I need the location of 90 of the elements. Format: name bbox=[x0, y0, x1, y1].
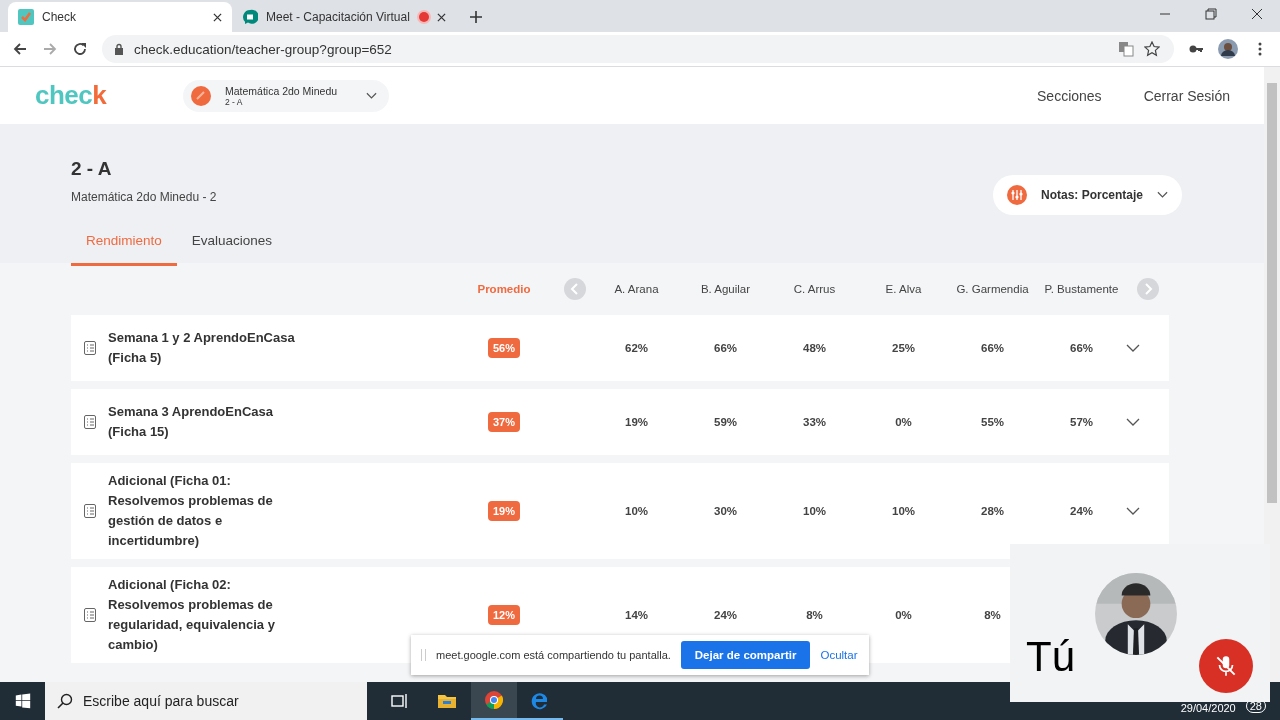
evaluation-name: Semana 1 y 2 AprendoEnCasa (Ficha 5) bbox=[108, 329, 296, 367]
column-header: E. Alva bbox=[884, 283, 923, 295]
list-icon bbox=[84, 415, 96, 429]
chrome-icon bbox=[484, 690, 504, 710]
chevron-down-icon bbox=[1157, 191, 1168, 199]
average-score: 56% bbox=[488, 338, 520, 358]
score-cell-text: 62% bbox=[624, 342, 649, 354]
score-cell-text: 57% bbox=[1069, 416, 1094, 428]
chat-bubble-icon bbox=[242, 9, 258, 25]
list-icon bbox=[84, 341, 96, 355]
evaluation-name: Adicional (Ficha 01: Resolvemos problemas de gestión de datos e incertidumbre) bbox=[108, 472, 274, 550]
score-cell-text: 10% bbox=[802, 505, 827, 517]
column-header: B. Aguilar bbox=[699, 283, 752, 295]
score-cell-text: 14% bbox=[624, 609, 649, 621]
evaluation-row[interactable]: Semana 1 y 2 AprendoEnCasa (Ficha 5) 56% 62% 66% 48% 25% 66% 66% bbox=[71, 315, 1169, 381]
evaluation-row[interactable]: Adicional (Ficha 01: Resolvemos problemas de gestión de datos e incertidumbre) 19% 10% 30% 10% 10% 28% 24% bbox=[71, 463, 1169, 559]
search-icon bbox=[57, 693, 73, 709]
score-cell-text: 66% bbox=[1069, 342, 1094, 354]
course-icon bbox=[191, 85, 211, 106]
windows-start-icon[interactable] bbox=[15, 693, 31, 709]
course-subtitle: 2 - A bbox=[225, 96, 244, 107]
score-cell-text: 8% bbox=[983, 609, 1002, 621]
score-cell-text: 19% bbox=[624, 416, 649, 428]
evaluation-row[interactable]: Semana 3 AprendoEnCasa (Ficha 15) 37% 19% 59% 33% 0% 55% 57% bbox=[71, 389, 1169, 455]
average-score: 19% bbox=[488, 501, 520, 521]
score-cell-text: 8% bbox=[805, 609, 824, 621]
close-icon[interactable] bbox=[437, 12, 446, 22]
close-icon[interactable] bbox=[1251, 8, 1263, 20]
average-score: 37% bbox=[488, 412, 520, 432]
column-header: P. Bustamente bbox=[1043, 283, 1120, 295]
chevron-down-icon[interactable] bbox=[1126, 507, 1140, 515]
grades-dropdown[interactable]: Notas: Porcentaje bbox=[992, 175, 1182, 215]
taskbar-search-field[interactable]: Escribe aquí para buscar bbox=[45, 682, 367, 720]
close-icon[interactable] bbox=[213, 12, 222, 22]
share-message: meet.google.com está compartiendo tu pantalla. bbox=[436, 649, 671, 661]
list-icon bbox=[84, 608, 96, 622]
restore-icon[interactable] bbox=[1205, 8, 1217, 20]
browser-tab[interactable]: Meet - Capacitación Virtual bbox=[232, 2, 456, 32]
scrollbar[interactable] bbox=[1264, 67, 1280, 682]
list-icon bbox=[84, 504, 96, 518]
edge-icon bbox=[530, 690, 550, 710]
translate-icon[interactable] bbox=[1118, 41, 1134, 57]
course-title: Matemática 2do Minedu bbox=[225, 84, 339, 97]
score-cell-text: 0% bbox=[894, 416, 913, 428]
group-subtitle: Matemática 2do Minedu - 2 bbox=[71, 190, 217, 204]
group-title: 2 - A bbox=[71, 158, 113, 180]
tab[interactable]: Evaluaciones bbox=[176, 227, 288, 266]
score-cell-text: 66% bbox=[980, 342, 1005, 354]
score-cell-text: 10% bbox=[624, 505, 649, 517]
column-header: Promedio bbox=[476, 283, 532, 295]
score-cell-text: 66% bbox=[713, 342, 738, 354]
score-cell-text: 28% bbox=[980, 505, 1005, 517]
browser-tab[interactable]: Check bbox=[8, 2, 232, 32]
profile-avatar[interactable] bbox=[1218, 39, 1238, 59]
score-cell-text: 24% bbox=[713, 609, 738, 621]
chrome-taskbar-button[interactable] bbox=[471, 682, 517, 720]
column-header: C. Arrus bbox=[792, 283, 837, 295]
chevron-down-icon[interactable] bbox=[1126, 344, 1140, 352]
score-cell-text: 25% bbox=[891, 342, 916, 354]
microphone-toggle[interactable] bbox=[1199, 639, 1253, 693]
back-icon[interactable] bbox=[12, 41, 28, 57]
average-score: 12% bbox=[488, 605, 520, 625]
nav-link[interactable]: Secciones bbox=[1037, 87, 1102, 104]
address-field[interactable]: check.education/teacher-group?group=652 bbox=[102, 35, 1174, 63]
score-cell-text: 55% bbox=[980, 416, 1005, 428]
score-cell-text: 0% bbox=[894, 609, 913, 621]
evaluation-name: Semana 3 AprendoEnCasa (Ficha 15) bbox=[108, 403, 274, 441]
evaluation-name: Adicional (Ficha 02: Resolvemos problemas de regularidad, equivalencia y cambio) bbox=[108, 576, 276, 654]
chevron-down-icon bbox=[366, 91, 377, 100]
task-view-icon[interactable] bbox=[389, 691, 409, 711]
score-cell-text: 10% bbox=[891, 505, 916, 517]
chevron-down-icon[interactable] bbox=[1126, 418, 1140, 426]
sliders-icon bbox=[1006, 185, 1027, 205]
new-tab-icon[interactable] bbox=[470, 11, 482, 23]
column-header: G. Garmendia bbox=[955, 283, 1030, 295]
course-selector[interactable]: Matemática 2do Minedu 2 - A bbox=[183, 79, 389, 112]
column-header: A. Arana bbox=[613, 283, 660, 295]
score-cell-text: 24% bbox=[1069, 505, 1094, 517]
nav-link[interactable]: Cerrar Sesión bbox=[1143, 87, 1230, 104]
lock-icon bbox=[114, 43, 124, 55]
taskbar-date: 29/04/2020 bbox=[1180, 702, 1236, 714]
score-cell-text: 59% bbox=[713, 416, 738, 428]
score-cell-text: 33% bbox=[802, 416, 827, 428]
reload-icon[interactable] bbox=[72, 41, 88, 57]
score-cell-text: 48% bbox=[802, 342, 827, 354]
star-icon[interactable] bbox=[1144, 41, 1160, 57]
check-favicon-icon bbox=[18, 9, 34, 25]
score-cell-text: 30% bbox=[713, 505, 738, 517]
stop-sharing-button[interactable]: Dejar de compartir bbox=[680, 641, 811, 669]
hide-link[interactable]: Ocultar bbox=[820, 649, 858, 661]
